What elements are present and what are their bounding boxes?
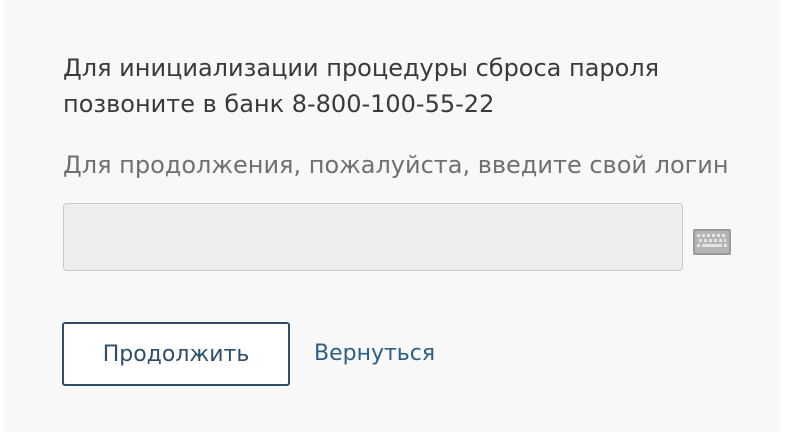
login-input[interactable] xyxy=(63,203,683,271)
reset-instructions: Для инициализации процедуры сброса парол… xyxy=(63,50,703,122)
virtual-keyboard-button[interactable] xyxy=(692,228,732,256)
continue-button[interactable]: Продолжить xyxy=(62,322,290,386)
reset-instructions-line-2: позвоните в банк 8-800-100-55-22 xyxy=(63,90,495,118)
back-link[interactable]: Вернуться xyxy=(314,338,435,370)
keyboard-icon xyxy=(693,229,731,255)
reset-instructions-line-1: Для инициализации процедуры сброса парол… xyxy=(63,54,660,82)
password-reset-panel: Для инициализации процедуры сброса парол… xyxy=(4,0,780,432)
login-prompt: Для продолжения, пожалуйста, введите сво… xyxy=(63,151,729,179)
